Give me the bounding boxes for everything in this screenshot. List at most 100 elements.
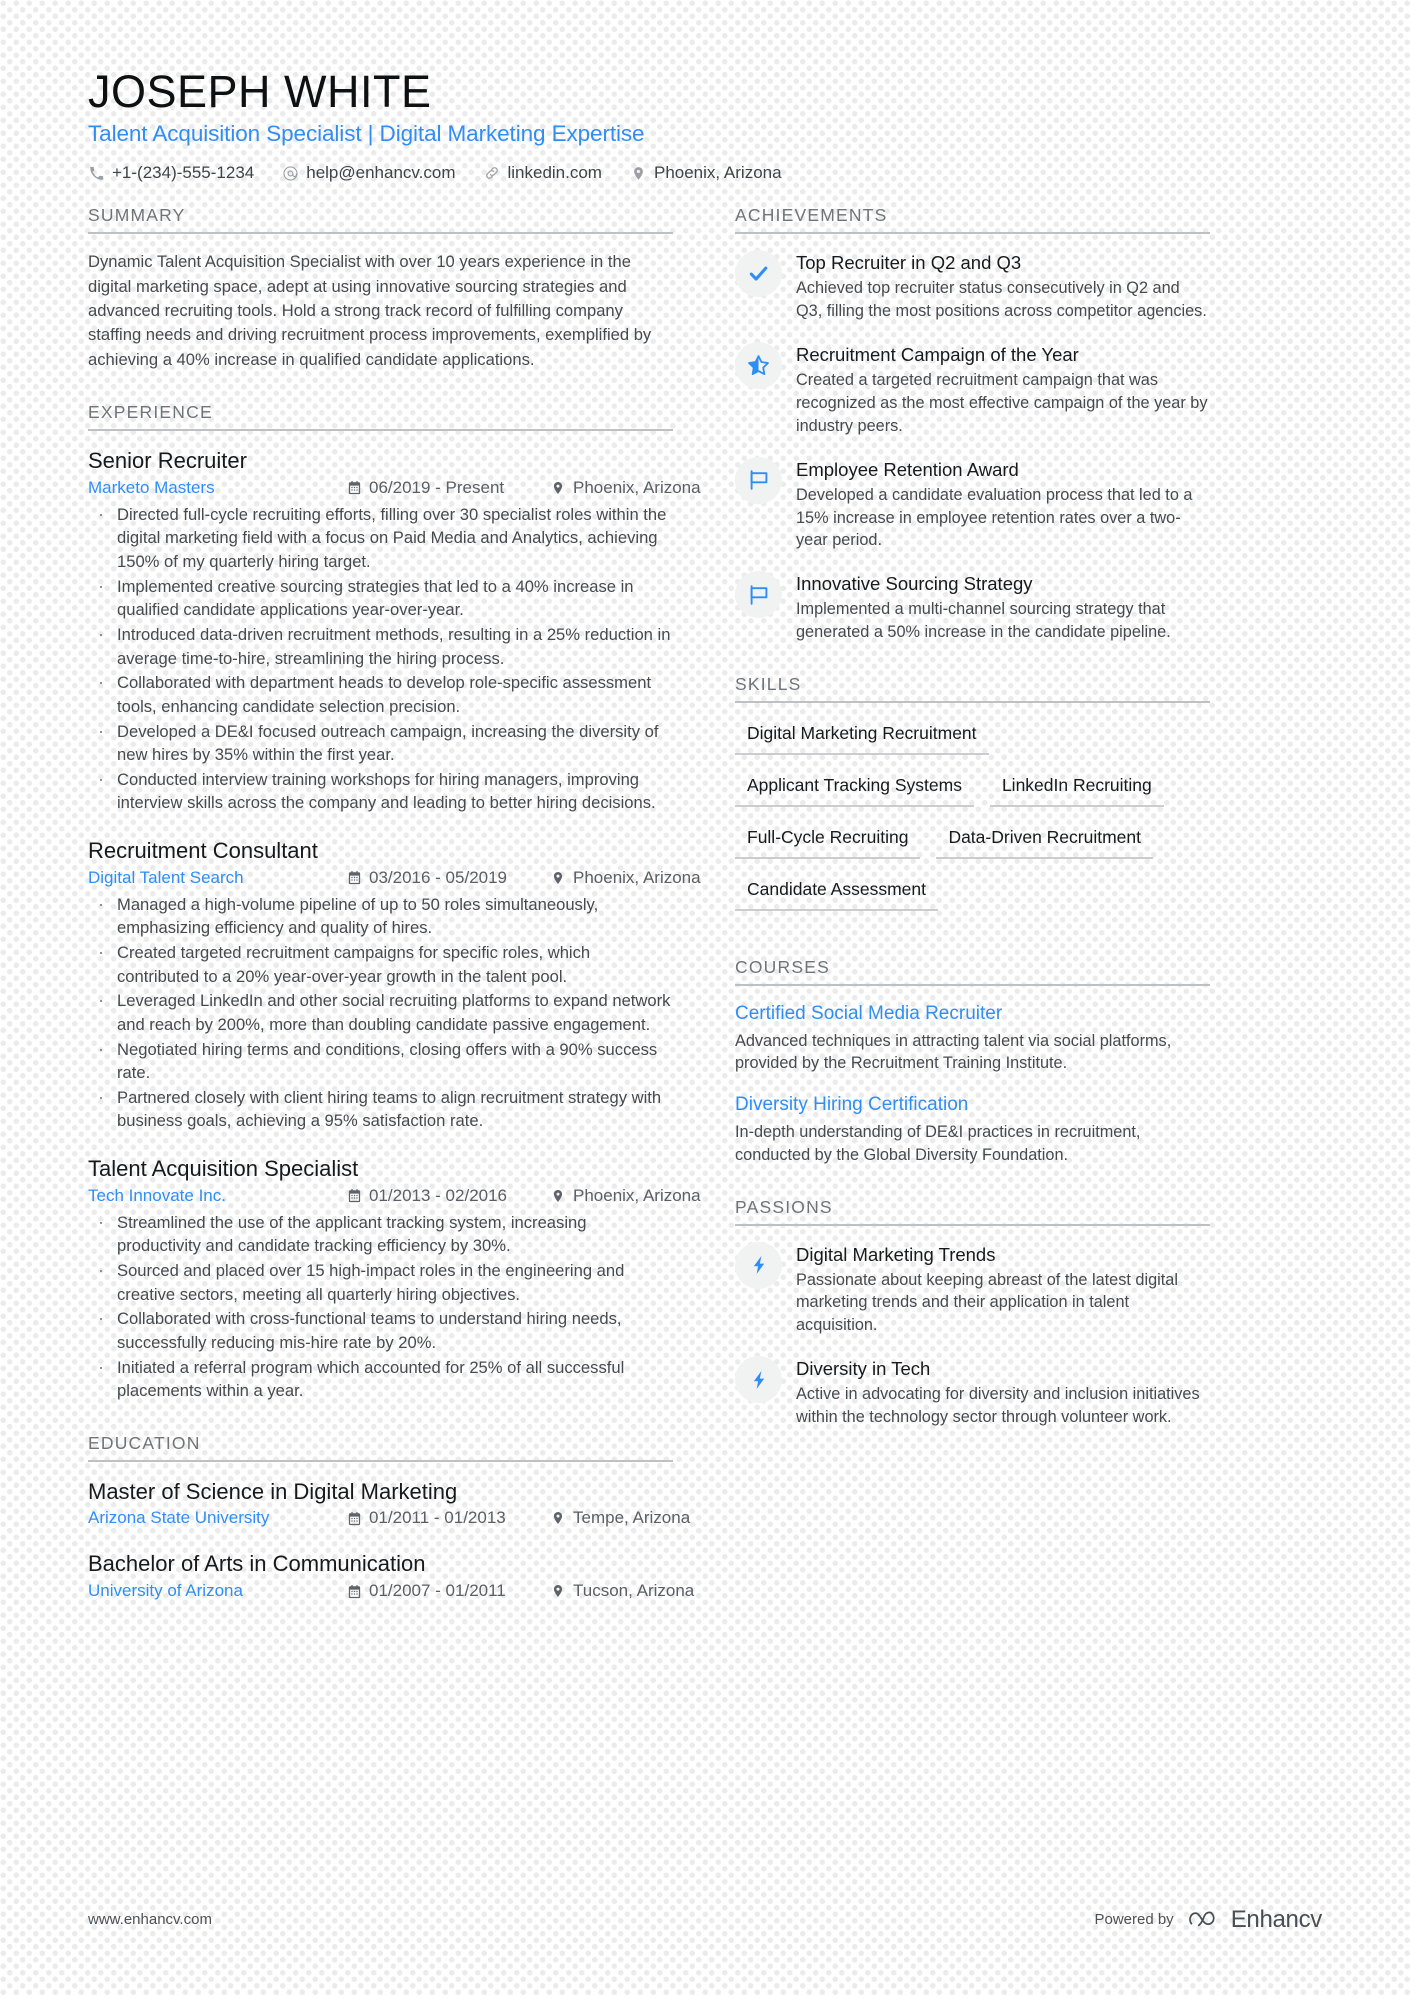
section-skills: SKILLS Digital Marketing Recruitment App… [735, 674, 1210, 927]
experience-job-title: Talent Acquisition Specialist [88, 1156, 359, 1182]
footer-branding: Powered by Enhancv [1094, 1904, 1322, 1935]
experience-meta: Marketo Masters 06/2019 - Present Phoeni… [88, 478, 701, 498]
section-summary: SUMMARY Dynamic Talent Acquisition Speci… [88, 205, 673, 372]
bullet-item: Partnered closely with client hiring tea… [88, 1085, 673, 1133]
achievement-body: Top Recruiter in Q2 and Q3 Achieved top … [796, 250, 1210, 323]
education-degree: Master of Science in Digital Marketing [88, 1478, 458, 1504]
experience-bullets: Managed a high-volume pipeline of up to … [88, 892, 673, 1133]
education-location: Tucson, Arizona [550, 1581, 694, 1601]
achievement-desc: Achieved top recruiter status consecutiv… [796, 279, 1207, 321]
achievement-title: Innovative Sourcing Strategy [796, 573, 1033, 595]
education-school[interactable]: University of Arizona [88, 1581, 346, 1601]
resume-sheet: JOSEPH WHITE Talent Acquisition Speciali… [0, 0, 1410, 1631]
education-location: Tempe, Arizona [550, 1508, 690, 1528]
experience-date: 06/2019 - Present [346, 478, 550, 498]
passion-desc: Passionate about keeping abreast of the … [796, 1270, 1178, 1335]
experience-company[interactable]: Tech Innovate Inc. [88, 1186, 346, 1206]
footer-powered-by-label: Powered by [1094, 1911, 1174, 1928]
education-location-text: Tucson, Arizona [573, 1581, 695, 1601]
passion-body: Diversity in Tech Active in advocating f… [796, 1356, 1210, 1429]
contact-location: Phoenix, Arizona [630, 163, 782, 183]
check-icon [735, 250, 782, 298]
flag-icon [735, 571, 782, 619]
achievement-item: Employee Retention Award Developed a can… [735, 456, 1210, 553]
calendar-icon [346, 1510, 362, 1526]
education-entry: Master of Science in Digital Marketing A… [88, 1478, 690, 1529]
skill-tag: Applicant Tracking Systems [735, 771, 974, 807]
experience-company[interactable]: Marketo Masters [88, 478, 346, 498]
contact-link[interactable]: linkedin.com [483, 163, 602, 183]
bullet-item: Collaborated with department heads to de… [88, 670, 673, 718]
education-degree: Bachelor of Arts in Communication [88, 1551, 426, 1577]
experience-date-text: 01/2013 - 02/2016 [369, 1185, 508, 1205]
education-meta: Arizona State University 01/2011 - 01/20… [88, 1508, 690, 1528]
location-pin-icon [550, 1188, 566, 1204]
course-title[interactable]: Certified Social Media Recruiter [735, 1002, 1210, 1027]
resume-columns: SUMMARY Dynamic Talent Acquisition Speci… [88, 205, 1322, 1631]
bullet-item: Introduced data-driven recruitment metho… [88, 622, 673, 670]
achievement-title: Recruitment Campaign of the Year [796, 344, 1079, 365]
course-title[interactable]: Diversity Hiring Certification [735, 1093, 1210, 1118]
skill-tag: Data-Driven Recruitment [936, 823, 1153, 859]
email-icon [282, 165, 299, 182]
experience-location-text: Phoenix, Arizona [573, 867, 701, 887]
skills-list: Digital Marketing Recruitment Applicant … [735, 719, 1210, 927]
bullet-item: Created targeted recruitment campaigns f… [88, 940, 673, 988]
footer-website[interactable]: www.enhancv.com [88, 1911, 212, 1928]
bullet-item: Leveraged LinkedIn and other social recr… [88, 988, 673, 1036]
passion-desc: Active in advocating for diversity and i… [796, 1385, 1200, 1426]
experience-company[interactable]: Digital Talent Search [88, 868, 346, 888]
bullet-item: Collaborated with cross-functional teams… [88, 1306, 673, 1354]
section-title-courses: COURSES [735, 957, 1210, 986]
education-meta: University of Arizona 01/2007 - 01/2011 [88, 1581, 694, 1601]
education-entry: Bachelor of Arts in Communication Univer… [88, 1550, 694, 1601]
location-pin-icon [550, 480, 566, 496]
section-education: EDUCATION Master of Science in Digital M… [88, 1433, 694, 1601]
skill-tag: Digital Marketing Recruitment [735, 719, 989, 755]
star-half-icon [735, 342, 782, 389]
achievement-body: Recruitment Campaign of the Year Created… [796, 342, 1210, 438]
link-icon [483, 165, 500, 182]
location-pin-icon [550, 1510, 566, 1526]
bullet-item: Streamlined the use of the applicant tra… [88, 1210, 673, 1258]
left-column: SUMMARY Dynamic Talent Acquisition Speci… [88, 205, 701, 1631]
location-pin-icon [630, 165, 647, 182]
enhancv-wordmark: Enhancv [1230, 1905, 1323, 1933]
section-title-experience: EXPERIENCE [88, 402, 673, 432]
passion-item: Digital Marketing Trends Passionate abou… [735, 1241, 1210, 1338]
right-column: ACHIEVEMENTS Top Recruiter in Q2 and Q3 … [735, 205, 1210, 1459]
skill-tag: Candidate Assessment [735, 875, 938, 911]
calendar-icon [346, 1583, 362, 1599]
bullet-item: Developed a DE&I focused outreach campai… [88, 719, 673, 767]
achievement-item: Recruitment Campaign of the Year Created… [735, 342, 1210, 438]
section-title-achievements: ACHIEVEMENTS [735, 205, 1210, 235]
bolt-icon [735, 1241, 782, 1289]
flag-icon [735, 456, 782, 504]
enhancv-mark-icon [1188, 1904, 1222, 1935]
calendar-icon [346, 870, 362, 886]
achievement-title: Employee Retention Award [796, 458, 1019, 480]
experience-bullets: Directed full-cycle recruiting efforts, … [88, 502, 673, 815]
education-school[interactable]: Arizona State University [88, 1508, 346, 1528]
page-title: JOSEPH WHITE [88, 66, 432, 117]
skill-tag: LinkedIn Recruiting [989, 771, 1164, 807]
section-title-education: EDUCATION [88, 1433, 673, 1462]
experience-date: 01/2013 - 02/2016 [346, 1186, 550, 1206]
contact-link-text: linkedin.com [507, 163, 602, 183]
summary-text: Dynamic Talent Acquisition Specialist wi… [88, 252, 652, 369]
experience-entry: Talent Acquisition Specialist Tech Innov… [88, 1155, 701, 1403]
bullet-item: Initiated a referral program which accou… [88, 1355, 673, 1403]
experience-job-title: Recruitment Consultant [88, 838, 318, 864]
enhancv-logo: Enhancv [1188, 1904, 1322, 1935]
experience-meta: Tech Innovate Inc. 01/2013 - 02/2016 Pho… [88, 1186, 701, 1206]
contact-email[interactable]: help@enhancv.com [282, 163, 455, 183]
contact-row: +1-(234)-555-1234 help@enhancv.com linke… [88, 163, 1322, 183]
bullet-item: Implemented creative sourcing strategies… [88, 574, 673, 622]
experience-bullets: Streamlined the use of the applicant tra… [88, 1210, 673, 1403]
calendar-icon [346, 480, 362, 496]
bullet-item: Sourced and placed over 15 high-impact r… [88, 1258, 673, 1306]
achievement-body: Innovative Sourcing Strategy Implemented… [796, 571, 1210, 644]
bullet-item: Managed a high-volume pipeline of up to … [88, 892, 673, 940]
section-passions: PASSIONS Digital Marketing Trends Passio… [735, 1197, 1210, 1429]
contact-phone[interactable]: +1-(234)-555-1234 [88, 163, 254, 183]
